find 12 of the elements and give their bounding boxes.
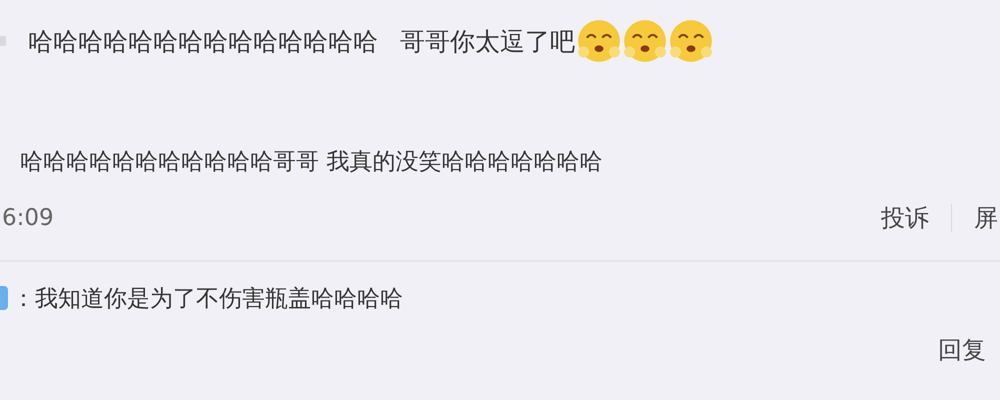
comment-text: 哥哥你太逗了吧	[400, 26, 575, 58]
reply-text: ：我知道你是为了不伤害瓶盖哈哈哈哈	[12, 284, 403, 314]
action-link[interactable]: 屏	[974, 202, 998, 234]
reply-link[interactable]: 回复	[938, 334, 986, 366]
user-badge-icon	[0, 286, 8, 310]
smiley-icon	[669, 19, 713, 63]
smiley-icon	[623, 19, 667, 63]
comment-time: 6:09	[2, 205, 54, 231]
comment-text: 哈哈哈哈哈哈哈哈哈哈哈哥哥 我真的没笑哈哈哈哈哈哈哈	[20, 148, 602, 176]
action-link[interactable]: 投诉	[881, 202, 929, 234]
smiley-icon	[577, 19, 621, 63]
comment-text: 哈哈哈哈哈哈哈哈哈哈哈哈哈哈	[28, 26, 378, 58]
